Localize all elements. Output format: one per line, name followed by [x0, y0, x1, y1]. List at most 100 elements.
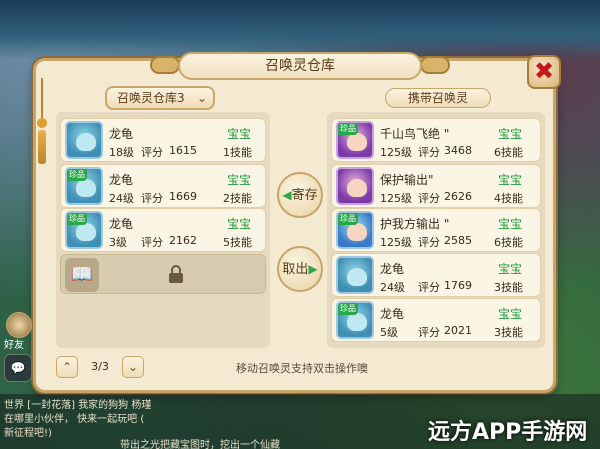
- deposit-label: 寄存: [291, 188, 318, 203]
- summon-score: 3468: [444, 144, 472, 157]
- rare-badge: 珍品: [338, 303, 358, 315]
- dialog-title: 召唤灵仓库: [178, 52, 422, 80]
- summon-level: 18级: [109, 146, 134, 159]
- score-label: 评分: [418, 146, 440, 159]
- dragon-turtle-avatar: 珍品: [336, 301, 374, 339]
- summon-level: 24级: [109, 192, 134, 205]
- chat-line: 世界 [一封花落] 我家的狗狗 杨瑾: [4, 400, 152, 411]
- summon-type: 宝宝: [227, 217, 252, 231]
- summon-skills: 2技能: [223, 192, 252, 205]
- chevron-up-icon: ⌃: [61, 360, 73, 374]
- empty-slot-icon: 📖: [65, 258, 99, 292]
- summon-level: 125级: [380, 146, 412, 159]
- summon-score: 1769: [444, 279, 472, 292]
- warehouse-card[interactable]: 珍品 龙龟 宝宝 24级 评分 1669 2技能: [60, 164, 266, 208]
- carried-card[interactable]: 珍品 护我方输出 " 宝宝 125级 评分 2585 6技能: [331, 208, 541, 252]
- summon-skills: 3技能: [494, 326, 523, 339]
- summon-name: 龙龟: [380, 307, 405, 321]
- warehouse-card[interactable]: 珍品 龙龟 宝宝 3级 评分 2162 5技能: [60, 208, 266, 252]
- carried-card[interactable]: 珍品 龙龟 宝宝 5级 评分 2021 3技能: [331, 298, 541, 342]
- summon-name: 龙龟: [380, 262, 405, 276]
- arrow-right-icon: ▶: [308, 262, 318, 276]
- page-indicator: 3/3: [91, 360, 109, 373]
- withdraw-button[interactable]: 取出▶: [277, 246, 323, 292]
- close-icon: ✖: [533, 57, 555, 85]
- dragon-turtle-avatar: 珍品: [65, 211, 103, 249]
- summon-name: 千山鸟飞绝 ": [380, 127, 450, 141]
- summon-score: 2626: [444, 190, 472, 203]
- summon-type: 宝宝: [498, 217, 523, 231]
- character-avatar: 珍品: [336, 211, 374, 249]
- next-page-button[interactable]: ⌄: [122, 356, 144, 378]
- summon-name: 保护输出": [380, 173, 434, 187]
- chat-line: 新征程吧!): [4, 428, 52, 439]
- summon-type: 宝宝: [498, 127, 523, 141]
- warehouse-card[interactable]: 龙龟 宝宝 18级 评分 1615 1技能: [60, 118, 266, 162]
- chat-line: 带出之光把藏宝图时，挖出一个仙藏: [120, 440, 280, 449]
- summon-skills: 5技能: [223, 236, 252, 249]
- chevron-down-icon: ⌄: [127, 360, 139, 374]
- summon-skills: 1技能: [223, 146, 252, 159]
- summon-type: 宝宝: [498, 307, 523, 321]
- chat-line: 在哪里小伙伴， 快来一起玩吧 (: [4, 414, 145, 425]
- summon-score: 2021: [444, 324, 472, 337]
- summon-type: 宝宝: [227, 127, 252, 141]
- site-watermark: 远方APP手游网: [428, 420, 588, 445]
- summon-level: 125级: [380, 236, 412, 249]
- warehouse-dropdown[interactable]: 召唤灵仓库3 ⌄: [105, 86, 215, 110]
- prev-page-button[interactable]: ⌃: [56, 356, 78, 378]
- summon-name: 护我方输出 ": [380, 217, 450, 231]
- carried-summons-header: 携带召唤灵: [385, 88, 491, 108]
- carried-card[interactable]: 龙龟 宝宝 24级 评分 1769 3技能: [331, 253, 541, 297]
- score-label: 评分: [141, 146, 163, 159]
- rare-badge: 珍品: [67, 169, 87, 181]
- close-button[interactable]: ✖: [527, 55, 561, 89]
- dragon-turtle-avatar: [65, 121, 103, 159]
- friend-avatar[interactable]: [6, 312, 32, 338]
- score-label: 评分: [141, 192, 163, 205]
- chat-icon: 💬: [10, 361, 26, 375]
- summon-skills: 6技能: [494, 236, 523, 249]
- score-label: 评分: [418, 326, 440, 339]
- rare-badge: 珍品: [67, 213, 87, 225]
- dragon-turtle-avatar: 珍品: [65, 167, 103, 205]
- carried-card[interactable]: 保护输出" 宝宝 125级 评分 2626 4技能: [331, 164, 541, 208]
- summon-skills: 3技能: [494, 281, 523, 294]
- summon-level: 5级: [380, 326, 398, 339]
- score-label: 评分: [418, 281, 440, 294]
- warehouse-dropdown-label: 召唤灵仓库3: [117, 91, 185, 105]
- withdraw-label: 取出: [282, 262, 309, 277]
- summon-score: 2162: [169, 234, 197, 247]
- carried-card[interactable]: 珍品 千山鸟飞绝 " 宝宝 125级 评分 3468 6技能: [331, 118, 541, 162]
- lock-icon: [169, 265, 183, 283]
- summon-score: 1615: [169, 144, 197, 157]
- score-label: 评分: [418, 192, 440, 205]
- summon-level: 125级: [380, 192, 412, 205]
- summon-name: 龙龟: [109, 217, 134, 231]
- tassel-decoration: [36, 78, 48, 166]
- deposit-button[interactable]: ◀寄存: [277, 172, 323, 218]
- summon-type: 宝宝: [498, 173, 523, 187]
- title-decoration-right: [420, 56, 450, 74]
- summon-score: 1669: [169, 190, 197, 203]
- drag-hint: 移动召唤灵支持双击操作噢: [236, 362, 368, 375]
- pager: ⌃ 3/3 ⌄: [56, 356, 144, 378]
- character-avatar: [336, 167, 374, 205]
- summon-name: 龙龟: [109, 173, 134, 187]
- locked-slot[interactable]: 📖: [60, 254, 266, 294]
- score-label: 评分: [141, 236, 163, 249]
- scene-roof: [0, 0, 600, 60]
- rare-badge: 珍品: [338, 213, 358, 225]
- chat-button[interactable]: 💬: [4, 354, 32, 382]
- summon-skills: 4技能: [494, 192, 523, 205]
- summon-type: 宝宝: [498, 262, 523, 276]
- summon-name: 龙龟: [109, 127, 134, 141]
- summon-level: 24级: [380, 281, 405, 294]
- arrow-left-icon: ◀: [282, 188, 292, 202]
- rare-badge: 珍品: [338, 123, 358, 135]
- title-decoration-left: [150, 56, 180, 74]
- chevron-down-icon: ⌄: [196, 91, 207, 105]
- character-avatar: 珍品: [336, 121, 374, 159]
- summon-level: 3级: [109, 236, 127, 249]
- friend-label: 好友: [4, 340, 24, 351]
